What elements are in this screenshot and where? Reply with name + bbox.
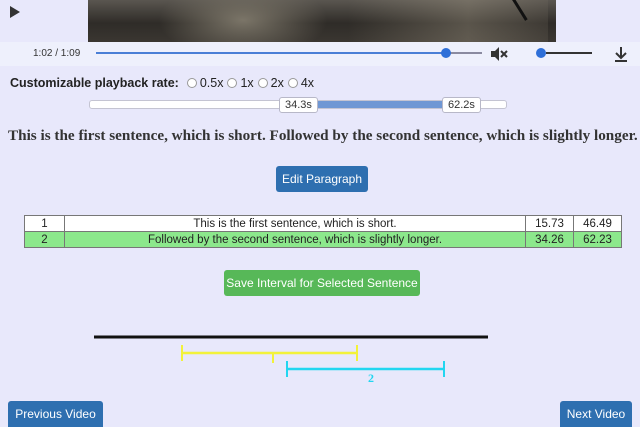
playback-rate-label: Customizable playback rate: [10, 76, 179, 90]
sentence-text: Followed by the second sentence, which i… [64, 231, 526, 248]
time-display: 1:02 / 1:09 [33, 48, 81, 59]
interval-fill [314, 101, 448, 108]
play-icon[interactable] [10, 6, 20, 18]
sentence-text: This is the first sentence, which is sho… [64, 215, 526, 232]
rate-option-label: 2x [270, 76, 284, 90]
seek-bar-remaining[interactable] [448, 52, 482, 54]
interval-start-handle[interactable]: 34.3s [279, 97, 318, 113]
seek-handle[interactable] [441, 48, 451, 58]
sentence-table: 1 This is the first sentence, which is s… [24, 215, 622, 248]
rate-option-label: 0.5x [199, 76, 224, 90]
download-icon[interactable] [614, 45, 628, 63]
rate-radio-0.5x[interactable] [186, 78, 197, 88]
rate-radio-1x[interactable] [227, 78, 238, 88]
video-content [158, 0, 328, 42]
table-row[interactable]: 1 This is the first sentence, which is s… [24, 215, 622, 232]
rate-radio-4x[interactable] [287, 78, 298, 88]
sentence-index: 2 [24, 231, 65, 248]
sentence-index: 1 [24, 215, 65, 232]
mute-icon[interactable] [490, 46, 508, 62]
sentence-2-interval [286, 361, 445, 377]
video-frame[interactable] [88, 0, 556, 42]
sentence-end: 62.23 [573, 231, 622, 248]
table-row-selected[interactable]: 2 Followed by the second sentence, which… [24, 231, 622, 248]
sentence-2-marker-label: 2 [368, 371, 374, 385]
interval-end-handle[interactable]: 62.2s [442, 97, 481, 113]
paragraph-text: This is the first sentence, which is sho… [8, 127, 638, 144]
volume-handle[interactable] [536, 48, 546, 58]
seek-bar[interactable] [96, 52, 482, 54]
save-interval-button[interactable]: Save Interval for Selected Sentence [224, 270, 420, 296]
sentence-start: 15.73 [525, 215, 574, 232]
sentence-end: 46.49 [573, 215, 622, 232]
previous-video-button[interactable]: Previous Video [8, 401, 103, 427]
rate-option-label: 4x [300, 76, 315, 90]
rate-option-label: 1x [240, 76, 254, 90]
edit-paragraph-button[interactable]: Edit Paragraph [276, 166, 368, 192]
sentence-start: 34.26 [525, 231, 574, 248]
rate-radio-2x[interactable] [257, 78, 268, 88]
volume-slider[interactable] [546, 52, 592, 54]
next-video-button[interactable]: Next Video [560, 401, 632, 427]
playback-rate-row: Customizable playback rate: 0.5x 1x 2x 4… [10, 76, 314, 90]
sentence-1-interval [181, 345, 358, 363]
interval-timeline: 2 [94, 335, 488, 385]
